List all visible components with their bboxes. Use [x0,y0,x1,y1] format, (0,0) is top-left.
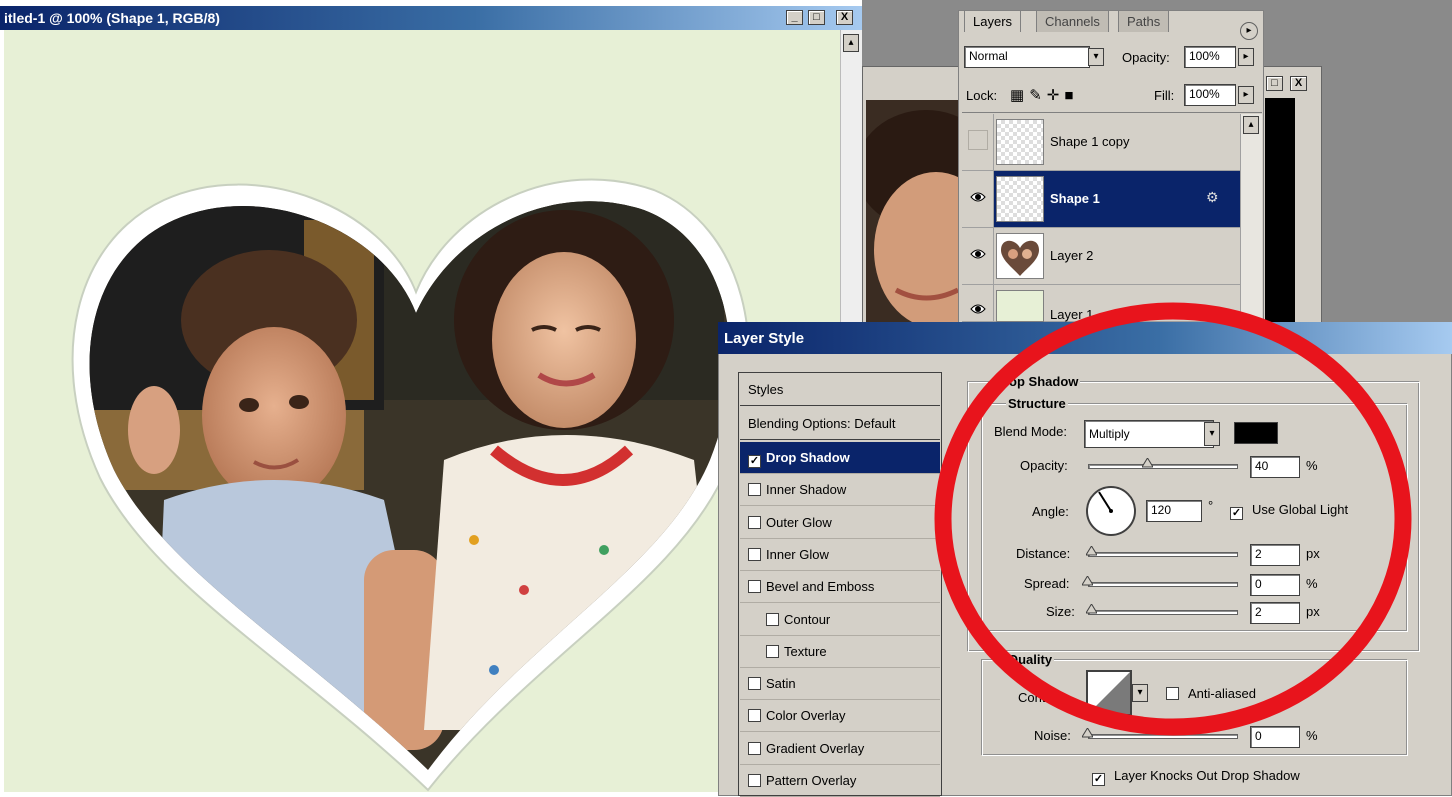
style-item-label: Color Overlay [766,708,846,724]
second-window-restore-button[interactable]: □ [1266,76,1283,91]
layer-opacity-field[interactable]: 100% [1184,46,1236,68]
style-item-pattern-overlay[interactable]: Pattern Overlay [740,765,940,797]
tab-layers[interactable]: Layers [964,10,1022,32]
layers-scroll-up-button[interactable]: ▴ [1243,116,1259,134]
style-item-label: Drop Shadow [766,450,850,465]
eye-icon [970,192,986,202]
style-item-contour[interactable]: Contour [740,604,940,636]
style-item-gradient-overlay[interactable]: Gradient Overlay [740,733,940,765]
style-item-drop-shadow[interactable]: ✓ Drop Shadow [740,442,940,474]
maximize-button[interactable]: □ [808,10,825,25]
style-item-label: Gradient Overlay [766,740,865,756]
lock-icons[interactable]: ▦✎✛■ [1010,86,1090,104]
visibility-toggle[interactable] [962,114,994,170]
lock-move-icon[interactable]: ✛ [1047,87,1065,104]
tab-channels[interactable]: Channels [1036,10,1109,32]
style-item-inner-shadow[interactable]: Inner Shadow [740,474,940,507]
styles-header[interactable]: Styles [740,374,940,406]
layer-row-shape-1-copy[interactable]: Shape 1 copy [962,114,1240,171]
opacity-slider-button[interactable]: ▸ [1238,48,1254,66]
style-checkbox[interactable] [766,644,779,658]
style-checkbox[interactable] [748,774,761,787]
style-item-color-overlay[interactable]: Color Overlay [740,700,940,733]
style-item-satin[interactable]: Satin [740,668,940,701]
layer-name: Shape 1 [1050,191,1100,206]
layer-thumbnail [996,119,1044,165]
blending-options-item[interactable]: Blending Options: Default [740,408,940,440]
visibility-toggle[interactable] [962,228,994,284]
lock-label: Lock: [966,88,998,103]
layer-thumbnail [996,233,1044,279]
fill-slider-button[interactable]: ▸ [1238,86,1254,104]
palette-divider [962,112,1262,113]
style-checkbox[interactable]: ✓ [748,455,761,468]
layer-fill-field[interactable]: 100% [1184,84,1236,106]
palette-menu-icon[interactable]: ▸ [1240,22,1258,40]
second-window-dark-area [1265,98,1295,330]
style-item-label: Satin [766,676,796,692]
opacity-label: Opacity: [1122,50,1170,65]
style-checkbox[interactable] [748,741,761,755]
style-item-label: Inner Glow [766,546,829,562]
lock-transparency-icon[interactable]: ▦ [1010,87,1029,104]
style-item-label: Outer Glow [766,514,832,530]
style-item-label: Texture [784,643,827,659]
dialog-title: Layer Style [724,330,805,347]
minimize-button[interactable]: _ [786,10,803,25]
visibility-toggle[interactable] [962,171,994,227]
blend-mode-select[interactable]: Normal [964,46,1090,68]
document-canvas[interactable] [4,30,840,792]
layer-thumbnail [996,176,1044,222]
document-titlebar[interactable]: itled-1 @ 100% (Shape 1, RGB/8) _ □ X [0,6,862,30]
checkbox-box: ✓ [1092,773,1105,786]
style-checkbox[interactable] [748,580,761,594]
style-checkbox[interactable] [748,547,761,561]
style-checkbox[interactable] [748,515,761,529]
layer-style-icon[interactable]: ⚙ [1206,189,1219,206]
style-checkbox[interactable] [748,677,761,691]
style-item-texture[interactable]: Texture [740,636,940,668]
close-button[interactable]: X [836,10,853,25]
style-item-label: Pattern Overlay [766,773,857,788]
style-item-bevel-and-emboss[interactable]: Bevel and Emboss [740,571,940,604]
style-item-outer-glow[interactable]: Outer Glow [740,507,940,539]
annotation-circle [934,302,1412,736]
style-item-label: Inner Shadow [766,482,847,498]
visibility-off-box [968,130,988,150]
style-checkbox[interactable] [748,483,761,497]
layer-name: Shape 1 copy [1050,134,1130,149]
blend-mode-dropdown-icon[interactable]: ▾ [1088,48,1104,66]
style-checkbox[interactable] [766,612,779,626]
document-title: itled-1 @ 100% (Shape 1, RGB/8) [4,10,220,26]
style-checkbox[interactable] [748,709,761,723]
eye-icon [970,249,986,259]
tab-paths[interactable]: Paths [1118,10,1170,32]
style-item-label: Bevel and Emboss [766,579,875,595]
style-item-inner-glow[interactable]: Inner Glow [740,539,940,571]
scroll-up-button[interactable]: ▴ [843,34,859,52]
second-window-close-button[interactable]: X [1290,76,1307,91]
second-window-photo [856,100,998,330]
knockout-label: Layer Knocks Out Drop Shadow [1114,768,1300,783]
heart-photo [71,178,750,792]
lock-brush-icon[interactable]: ✎ [1029,87,1047,104]
layer-name: Layer 2 [1050,248,1094,263]
knockout-checkbox[interactable]: ✓ [1092,768,1110,786]
lock-all-icon[interactable]: ■ [1064,87,1078,104]
layer-row-layer-2[interactable]: Layer 2 [962,228,1240,285]
layer-row-shape-1[interactable]: Shape 1 ⚙ [962,171,1240,228]
style-item-label: Contour [784,611,831,627]
layers-scrollbar[interactable]: ▴ [1240,114,1262,324]
fill-label: Fill: [1154,88,1175,103]
